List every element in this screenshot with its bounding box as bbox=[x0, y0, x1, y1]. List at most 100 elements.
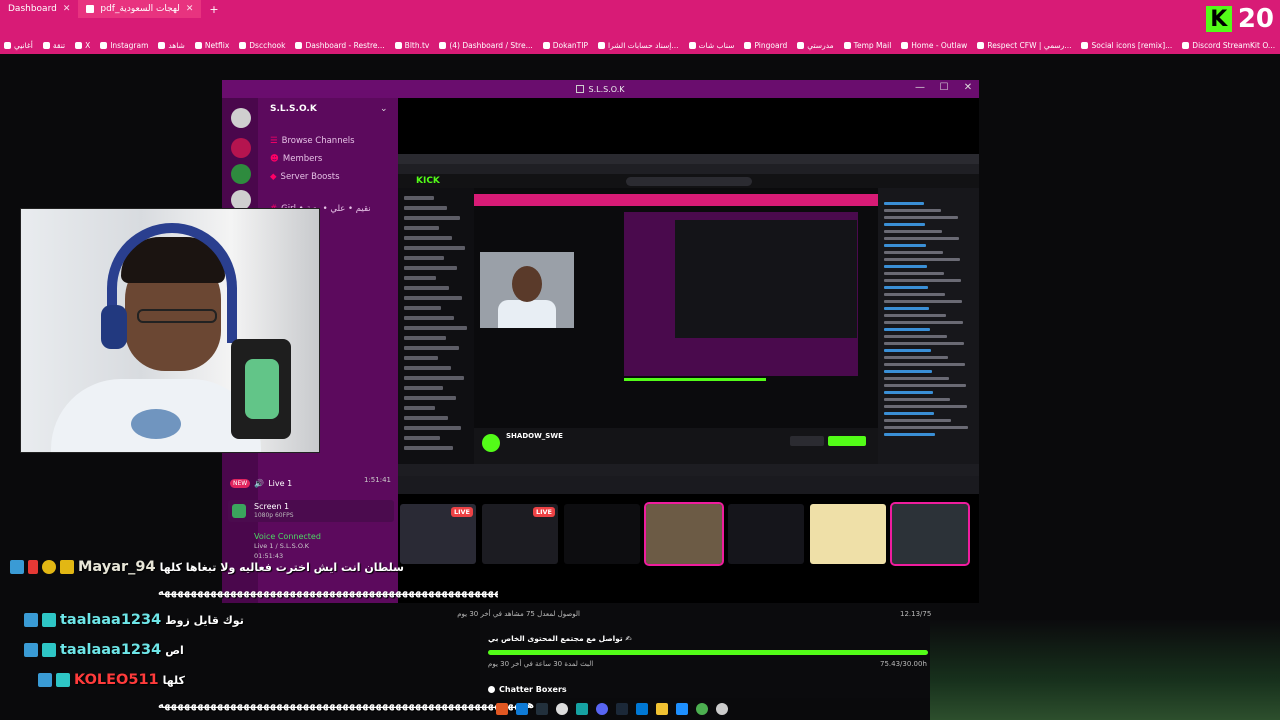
bookmark-item[interactable]: تنقة bbox=[42, 41, 65, 50]
close-icon[interactable]: ✕ bbox=[186, 4, 194, 14]
bookmark-item[interactable]: Dscchook bbox=[239, 41, 285, 50]
nested-chat-line bbox=[884, 300, 962, 303]
bookmark-label: Blth.tv bbox=[404, 40, 430, 50]
app-icon[interactable] bbox=[516, 703, 528, 715]
chat-continuation: هههههههههههههههههههههههههههههههههههههههه… bbox=[158, 700, 535, 711]
close-icon[interactable]: ✕ bbox=[961, 82, 975, 93]
server-icon[interactable] bbox=[231, 108, 251, 128]
bookmark-item[interactable]: مدرستي bbox=[797, 41, 834, 50]
shared-screen[interactable]: KICK SHADOW_SWE bbox=[398, 154, 979, 494]
app-icon[interactable] bbox=[636, 703, 648, 715]
app-icon[interactable] bbox=[536, 703, 548, 715]
server-icon[interactable] bbox=[231, 138, 251, 158]
bookmark-item[interactable]: (4) Dashboard / Stre... bbox=[439, 40, 533, 50]
voice-server[interactable]: Live 1 / S.L.S.O.K bbox=[254, 542, 309, 550]
nested-sidebar-entry bbox=[404, 376, 464, 380]
bookmark-item[interactable]: Home - Outlaw bbox=[901, 41, 967, 50]
app-icon[interactable] bbox=[576, 703, 588, 715]
window-title: S.L.S.O.K bbox=[588, 84, 625, 94]
nested-sidebar-entry bbox=[404, 326, 467, 330]
app-icon[interactable] bbox=[556, 703, 568, 715]
bookmark-label: Home - Outlaw bbox=[911, 40, 968, 50]
bookmark-item[interactable]: Respect CFW | رسمي... bbox=[977, 41, 1071, 50]
bookmark-item[interactable]: سناب شات bbox=[688, 40, 735, 50]
nested-chat-line bbox=[884, 377, 949, 380]
bookmark-item[interactable]: Instagram bbox=[100, 41, 148, 50]
chat-username: taalaaa1234 bbox=[60, 642, 162, 658]
participant-tile[interactable] bbox=[728, 504, 804, 564]
nested-chat-line bbox=[884, 202, 924, 205]
bookmark-item[interactable]: X bbox=[75, 41, 90, 50]
tab-dashboard[interactable]: Dashboard ✕ bbox=[0, 0, 78, 18]
participant-tile[interactable] bbox=[564, 504, 640, 564]
nested-chat-line bbox=[884, 209, 941, 212]
nested-search-input bbox=[626, 177, 752, 186]
participant-tile[interactable] bbox=[890, 502, 970, 566]
maximize-icon[interactable]: ☐ bbox=[937, 82, 951, 93]
bookmark-icon bbox=[977, 41, 985, 49]
bookmark-item[interactable]: Social icons [remix]... bbox=[1081, 41, 1172, 50]
bookmark-label: أغانيي bbox=[14, 40, 33, 50]
nested-sidebar-entry bbox=[404, 426, 461, 430]
bookmark-item[interactable]: أغانيي bbox=[4, 41, 33, 50]
app-icon[interactable] bbox=[496, 703, 508, 715]
badge-icon bbox=[42, 560, 56, 574]
browser-toolbar bbox=[0, 18, 1280, 36]
app-icon[interactable] bbox=[676, 703, 688, 715]
bookmark-icon bbox=[42, 41, 50, 49]
headphone-earcup bbox=[101, 305, 127, 349]
chrome-icon[interactable] bbox=[696, 703, 708, 715]
live-badge: LIVE bbox=[450, 507, 473, 517]
nested-sidebar-entry bbox=[404, 446, 453, 450]
background-scenery bbox=[930, 620, 1280, 720]
chat-message: taalaaa1234 اص bbox=[24, 639, 184, 661]
participant-tile[interactable] bbox=[810, 504, 886, 564]
screen-share-panel[interactable]: Screen 1 1080p 60FPS bbox=[228, 500, 394, 522]
participant-tile[interactable]: LIVE bbox=[400, 504, 476, 564]
bookmark-label: Instagram bbox=[110, 40, 149, 50]
discord-icon[interactable] bbox=[596, 703, 608, 715]
channel-item[interactable]: ☰ Browse Channels bbox=[270, 136, 355, 146]
new-tab-button[interactable]: + bbox=[201, 3, 226, 16]
live-channel-row[interactable]: NEW 🔊 Live 1 1:51:41 bbox=[230, 476, 395, 490]
minimize-icon[interactable]: — bbox=[913, 82, 927, 93]
bookmark-icon bbox=[688, 41, 696, 49]
goal-progress-bar bbox=[488, 650, 928, 655]
bookmark-item[interactable]: إسناد حسابات الشرا... bbox=[598, 41, 679, 50]
participant-tile[interactable]: LIVE bbox=[482, 504, 558, 564]
bookmark-label: (4) Dashboard / Stre... bbox=[449, 40, 533, 50]
server-icon[interactable] bbox=[231, 164, 251, 184]
chevron-down-icon[interactable]: ⌄ bbox=[380, 104, 388, 114]
bookmark-item[interactable]: Dashboard - Restre... bbox=[295, 40, 385, 50]
bookmark-item[interactable]: DokanTIP bbox=[542, 41, 588, 50]
nested-sidebar-entry bbox=[404, 416, 448, 420]
bookmark-label: Dashboard - Restre... bbox=[305, 40, 385, 50]
bookmark-item[interactable]: شاهد bbox=[158, 41, 185, 50]
app-icon[interactable] bbox=[716, 703, 728, 715]
bookmark-item[interactable]: Netflix bbox=[194, 41, 229, 50]
folder-icon[interactable] bbox=[656, 703, 668, 715]
steam-icon[interactable] bbox=[616, 703, 628, 715]
server-icon[interactable] bbox=[231, 190, 251, 210]
tab-pdf[interactable]: pdf_لهجات السعودية ✕ bbox=[78, 0, 202, 18]
nested-sidebar-entry bbox=[404, 236, 452, 240]
bookmark-icon bbox=[901, 41, 909, 49]
server-name[interactable]: S.L.S.O.K bbox=[270, 104, 317, 114]
bookmark-icon bbox=[598, 41, 605, 49]
bookmark-item[interactable]: Blth.tv bbox=[394, 40, 430, 50]
channel-item[interactable]: ☻ Members bbox=[270, 154, 322, 164]
bookmark-item[interactable]: Pingoard bbox=[744, 41, 787, 50]
close-icon[interactable]: ✕ bbox=[63, 4, 71, 14]
nested-chat-line bbox=[884, 272, 944, 275]
nested-chat-line bbox=[884, 412, 934, 415]
bookmark-item[interactable]: Discord StreamKit O... bbox=[1182, 41, 1275, 50]
participant-tile[interactable] bbox=[644, 502, 724, 566]
bookmark-label: Respect CFW | رسمي... bbox=[987, 40, 1072, 50]
channel-item[interactable]: ◆ Server Boosts bbox=[270, 172, 340, 182]
bookmark-item[interactable]: Temp Mail bbox=[843, 41, 891, 50]
browser-tab-strip: Dashboard ✕ pdf_لهجات السعودية ✕ + bbox=[0, 0, 1280, 18]
live-duration: 1:51:41 bbox=[364, 476, 391, 484]
bookmark-label: سناب شات bbox=[698, 40, 735, 50]
nested-sidebar-entry bbox=[404, 346, 459, 350]
nested-chat-line bbox=[884, 216, 958, 219]
